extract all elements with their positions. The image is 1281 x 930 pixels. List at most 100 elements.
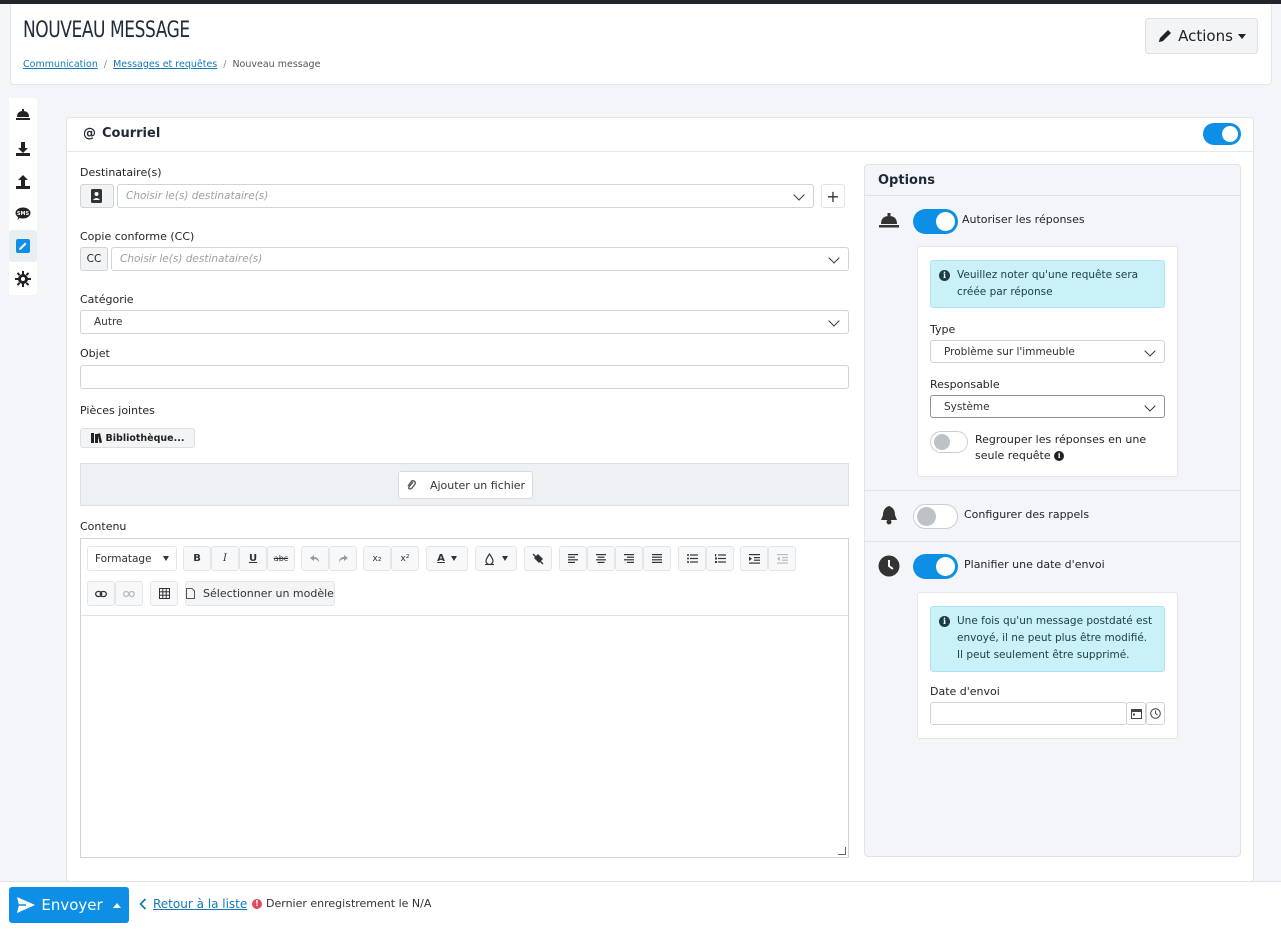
actions-button[interactable]: Actions — [1145, 18, 1258, 54]
indent-button[interactable] — [740, 546, 768, 571]
font-color-button[interactable]: A — [426, 546, 468, 571]
address-book-icon — [91, 189, 103, 203]
service-bell-icon — [878, 211, 900, 229]
align-right-icon — [624, 554, 634, 563]
file-icon — [186, 588, 196, 599]
schedule-toggle[interactable] — [913, 554, 958, 579]
chevron-down-icon — [828, 252, 840, 264]
options-card: Options Autoriser les réponses i Veuille… — [864, 164, 1241, 857]
breadcrumb: Communication / Messages et requêtes / Nouve… — [23, 59, 321, 70]
highlight-color-button[interactable] — [475, 546, 517, 571]
bullet-list-button[interactable] — [678, 546, 706, 571]
caret-down-icon — [1237, 33, 1246, 39]
email-card-header: @ Courriel — [67, 118, 1253, 152]
replies-info-alert: i Veuillez noter qu'une requête sera cré… — [930, 260, 1165, 308]
bell-icon — [880, 505, 898, 525]
unlink-icon — [123, 590, 135, 598]
group-replies-toggle[interactable] — [930, 431, 968, 453]
send-date-input[interactable] — [930, 702, 1127, 725]
subject-input[interactable] — [80, 365, 849, 389]
editor-toolbar: Formatage B I U abc x₂ x² A Sélectionner… — [81, 539, 848, 616]
plus-icon: + — [826, 186, 840, 206]
reminders-row: Configurer des rappels — [865, 491, 1240, 542]
gear-icon[interactable] — [13, 269, 33, 289]
format-dropdown[interactable]: Formatage — [87, 546, 177, 571]
category-label: Catégorie — [80, 293, 134, 306]
align-right-button[interactable] — [615, 546, 643, 571]
clear-format-button[interactable] — [524, 546, 552, 571]
superscript-button[interactable]: x² — [391, 546, 419, 571]
subscript-button[interactable]: x₂ — [363, 546, 391, 571]
add-recipient-button[interactable]: + — [821, 184, 845, 208]
back-to-list-link[interactable]: Retour à la liste — [139, 897, 247, 911]
breadcrumb-communication[interactable]: Communication — [23, 59, 98, 70]
info-icon: i — [939, 270, 950, 281]
recipients-select[interactable]: Choisir le(s) destinataire(s) — [117, 184, 814, 208]
insert-link-button[interactable] — [87, 581, 115, 606]
caret-down-icon — [450, 556, 457, 561]
bell-icon[interactable] — [13, 104, 33, 124]
type-select[interactable]: Problème sur l'immeuble — [930, 340, 1165, 363]
upload-icon[interactable] — [13, 172, 33, 192]
info-icon[interactable]: i — [1054, 451, 1065, 461]
actions-label: Actions — [1178, 27, 1233, 45]
reminders-label: Configurer des rappels — [964, 508, 1090, 521]
numbered-list-button[interactable] — [706, 546, 734, 571]
align-center-button[interactable] — [587, 546, 615, 571]
insert-table-button[interactable] — [150, 581, 178, 606]
link-icon — [95, 590, 107, 598]
droplet-icon — [484, 552, 494, 565]
address-book-button[interactable] — [80, 184, 114, 208]
email-card-title: @ Courriel — [83, 126, 161, 141]
schedule-info-alert: i Une fois qu'un message postdaté est en… — [930, 606, 1165, 672]
chevron-down-icon — [1144, 400, 1156, 412]
send-button[interactable]: Envoyer — [9, 887, 129, 923]
rich-text-editor[interactable]: Formatage B I U abc x₂ x² A Sélectionner… — [80, 538, 849, 858]
allow-replies-toggle[interactable] — [913, 209, 958, 234]
calendar-icon — [1130, 708, 1142, 719]
email-toggle[interactable] — [1203, 123, 1241, 145]
select-template-button[interactable]: Sélectionner un modèle — [185, 581, 335, 606]
schedule-label: Planifier une date d'envoi — [964, 558, 1105, 571]
caret-down-icon — [112, 902, 121, 908]
numbered-list-icon — [714, 554, 726, 563]
time-button[interactable] — [1146, 702, 1165, 725]
align-left-button[interactable] — [559, 546, 587, 571]
unlink-button[interactable] — [115, 581, 143, 606]
outdent-icon — [776, 553, 788, 564]
underline-button[interactable]: U — [239, 546, 267, 571]
bold-button[interactable]: B — [183, 546, 211, 571]
sms-icon[interactable]: SMS — [13, 204, 33, 224]
reminders-toggle[interactable] — [913, 504, 958, 529]
send-date-label: Date d'envoi — [930, 685, 1000, 698]
add-file-button[interactable]: Ajouter un fichier — [398, 471, 533, 499]
outdent-button[interactable] — [768, 546, 796, 571]
clock-icon — [878, 555, 900, 577]
attachments-label: Pièces jointes — [80, 404, 155, 417]
undo-button[interactable] — [301, 546, 329, 571]
editor-resize-handle[interactable] — [838, 847, 846, 855]
align-left-icon — [568, 554, 578, 563]
paper-plane-icon — [17, 897, 36, 913]
file-drop-zone[interactable]: Ajouter un fichier — [80, 463, 849, 506]
redo-button[interactable] — [329, 546, 357, 571]
strikethrough-button[interactable]: abc — [267, 546, 295, 571]
edit-icon[interactable] — [9, 230, 37, 262]
chevron-down-icon — [793, 189, 805, 201]
cc-label: Copie conforme (CC) — [80, 230, 195, 243]
category-select[interactable]: Autre — [80, 310, 849, 334]
align-justify-button[interactable] — [643, 546, 671, 571]
library-button[interactable]: Bibliothèque... — [80, 428, 195, 448]
download-icon[interactable] — [13, 139, 33, 159]
breadcrumb-current: Nouveau message — [232, 59, 321, 70]
align-justify-icon — [652, 554, 662, 563]
chevron-down-icon — [1144, 345, 1156, 357]
calendar-button[interactable] — [1126, 702, 1146, 725]
breadcrumb-messages[interactable]: Messages et requêtes — [113, 59, 217, 70]
italic-button[interactable]: I — [211, 546, 239, 571]
responsible-label: Responsable — [930, 378, 1000, 391]
schedule-row: Planifier une date d'envoi i Une fois qu… — [865, 542, 1240, 857]
align-center-icon — [596, 554, 606, 563]
cc-select[interactable]: Choisir le(s) destinataire(s) — [111, 247, 849, 271]
responsible-select[interactable]: Système — [930, 395, 1165, 418]
